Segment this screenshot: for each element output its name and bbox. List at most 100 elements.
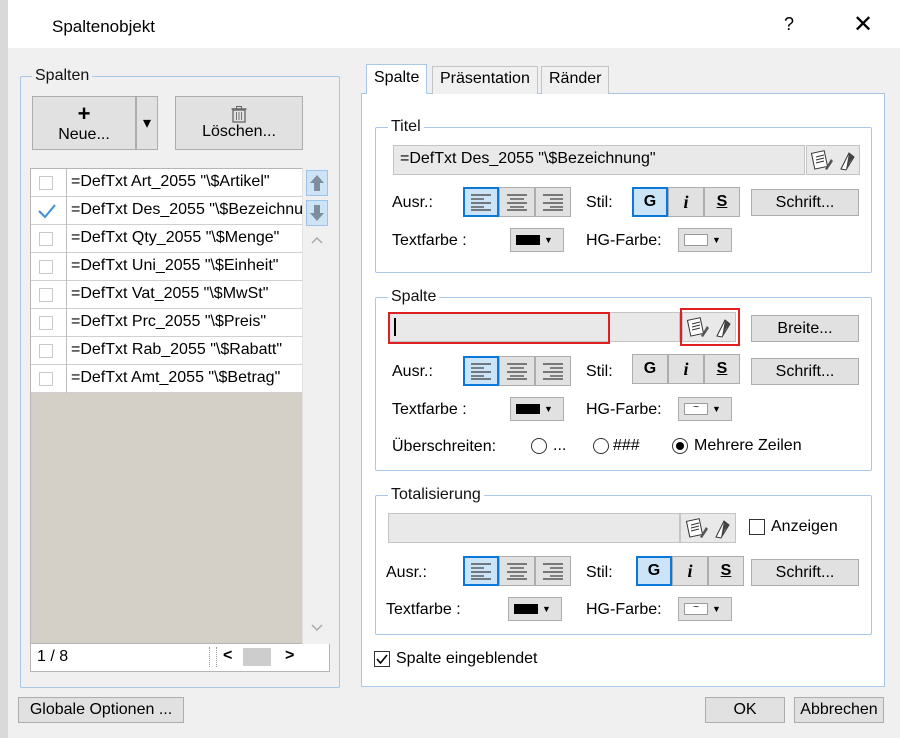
radio-button[interactable]	[593, 438, 609, 454]
spalte-style-group: G i S	[632, 354, 740, 384]
italic-button[interactable]: i	[668, 354, 704, 384]
totalisierung-style-group: G i S	[636, 556, 744, 586]
scroll-up-arrow-icon[interactable]	[311, 236, 323, 244]
delete-column-button[interactable]: Löschen...	[175, 96, 303, 150]
color-swatch: ~	[684, 603, 708, 615]
align-center-button[interactable]	[499, 356, 535, 386]
eraser-icon[interactable]	[712, 517, 730, 539]
spalte-alignment-group	[463, 356, 571, 386]
list-item-text: =DefTxt Art_2055 "\$Artikel"	[71, 173, 270, 190]
columns-list[interactable]: =DefTxt Art_2055 "\$Artikel" =DefTxt Des…	[30, 168, 330, 644]
new-column-button[interactable]: + Neue...	[32, 96, 136, 150]
row-checkbox[interactable]	[39, 176, 53, 190]
scroll-down-arrow-icon[interactable]	[311, 624, 323, 632]
row-checkbox[interactable]	[39, 260, 53, 274]
titel-style-group: G i S	[632, 187, 740, 217]
strike-button[interactable]: S	[704, 354, 740, 384]
radio-label: ...	[553, 437, 567, 454]
list-item[interactable]: =DefTxt Qty_2055 "\$Menge"	[31, 225, 303, 253]
italic-button[interactable]: i	[668, 187, 704, 217]
row-checkbox[interactable]	[39, 288, 53, 302]
list-item[interactable]: =DefTxt Art_2055 "\$Artikel"	[31, 169, 303, 197]
spalte-text-color-dropdown[interactable]: ▼	[510, 397, 564, 421]
resize-grip[interactable]	[209, 647, 217, 667]
radio-ellipsis[interactable]: ...	[531, 437, 566, 455]
align-center-button[interactable]	[499, 187, 535, 217]
eraser-icon[interactable]	[837, 149, 855, 171]
bold-button[interactable]: G	[632, 354, 668, 384]
edit-formula-icon[interactable]	[811, 149, 833, 171]
bold-button[interactable]: G	[636, 556, 672, 586]
titel-font-button[interactable]: Schrift...	[751, 189, 859, 216]
align-left-button[interactable]	[463, 356, 499, 386]
checkmark-icon[interactable]	[37, 202, 57, 220]
row-checkbox[interactable]	[39, 316, 53, 330]
row-checkbox[interactable]	[39, 344, 53, 358]
titel-formula-input[interactable]: =DefTxt Des_2055 "\$Bezeichnung"	[393, 145, 805, 175]
list-item[interactable]: =DefTxt Prc_2055 "\$Preis"	[31, 309, 303, 337]
move-up-button[interactable]	[306, 170, 328, 196]
tab-raender[interactable]: Ränder	[541, 66, 610, 94]
row-separator	[66, 309, 67, 337]
edit-formula-icon[interactable]	[686, 517, 708, 539]
list-item[interactable]: =DefTxt Amt_2055 "\$Betrag"	[31, 365, 303, 393]
move-down-button[interactable]	[306, 200, 328, 226]
align-left-button[interactable]	[463, 556, 499, 586]
hscroll-thumb[interactable]	[243, 648, 271, 666]
help-button[interactable]: ?	[784, 14, 794, 35]
titel-text-color-dropdown[interactable]: ▼	[510, 228, 564, 252]
radio-hashes[interactable]: ###	[593, 437, 640, 455]
list-item[interactable]: =DefTxt Uni_2055 "\$Einheit"	[31, 253, 303, 281]
totalisierung-textfarbe-label: Textfarbe :	[386, 601, 461, 618]
spalte-font-button[interactable]: Schrift...	[751, 358, 859, 385]
list-item[interactable]: =DefTxt Des_2055 "\$Bezeichnung"	[31, 197, 303, 225]
checkbox[interactable]	[749, 519, 765, 535]
tab-spalte[interactable]: Spalte	[366, 64, 428, 94]
ok-button[interactable]: OK	[705, 697, 785, 723]
scroll-left-icon[interactable]: <	[223, 647, 232, 665]
scroll-right-icon[interactable]: >	[285, 647, 294, 665]
list-item[interactable]: =DefTxt Rab_2055 "\$Rabatt"	[31, 337, 303, 365]
strike-button[interactable]: S	[708, 556, 744, 586]
close-button[interactable]: ✕	[848, 10, 878, 39]
italic-button[interactable]: i	[672, 556, 708, 586]
chevron-down-icon: ▼	[712, 604, 721, 614]
list-item-text: =DefTxt Qty_2055 "\$Menge"	[71, 229, 280, 246]
new-column-dropdown[interactable]: ▾	[136, 96, 158, 150]
align-right-button[interactable]	[535, 356, 571, 386]
spalte-eingeblendet-checkbox[interactable]: Spalte eingeblendet	[374, 650, 537, 668]
spalte-textfarbe-label: Textfarbe :	[392, 401, 467, 418]
totalisierung-font-button[interactable]: Schrift...	[751, 559, 859, 586]
row-checkbox[interactable]	[39, 372, 53, 386]
chevron-down-icon: ▼	[544, 235, 553, 245]
align-center-button[interactable]	[499, 556, 535, 586]
radio-label: ###	[613, 437, 640, 454]
radio-button[interactable]	[531, 438, 547, 454]
checkbox[interactable]	[374, 651, 390, 667]
row-checkbox[interactable]	[39, 232, 53, 246]
tab-praesentation[interactable]: Präsentation	[432, 66, 538, 94]
totalisierung-bg-color-dropdown[interactable]: ~ ▼	[678, 597, 732, 621]
radio-multiline[interactable]: Mehrere Zeilen	[672, 437, 802, 455]
list-vertical-scrollbar[interactable]	[302, 168, 330, 644]
titel-bg-color-dropdown[interactable]: ▼	[678, 228, 732, 252]
breite-button[interactable]: Breite...	[751, 315, 859, 342]
anzeigen-checkbox[interactable]: Anzeigen	[749, 518, 838, 536]
bold-button[interactable]: G	[632, 187, 668, 217]
color-swatch: ~	[684, 403, 708, 415]
align-right-button[interactable]	[535, 187, 571, 217]
cancel-button[interactable]: Abbrechen	[794, 697, 884, 723]
radio-button[interactable]	[672, 438, 688, 454]
align-center-icon	[507, 363, 527, 380]
spalte-bg-color-dropdown[interactable]: ~ ▼	[678, 397, 732, 421]
totalisierung-hgfarbe-label: HG-Farbe:	[586, 601, 662, 618]
align-left-button[interactable]	[463, 187, 499, 217]
totalisierung-text-color-dropdown[interactable]: ▼	[508, 597, 562, 621]
align-center-icon	[507, 563, 527, 580]
list-item[interactable]: =DefTxt Vat_2055 "\$MwSt"	[31, 281, 303, 309]
align-right-button[interactable]	[535, 556, 571, 586]
titel-edit-icons	[806, 145, 860, 175]
strike-button[interactable]: S	[704, 187, 740, 217]
global-options-button[interactable]: Globale Optionen ...	[18, 697, 184, 723]
totalisierung-formula-input[interactable]	[388, 513, 680, 543]
